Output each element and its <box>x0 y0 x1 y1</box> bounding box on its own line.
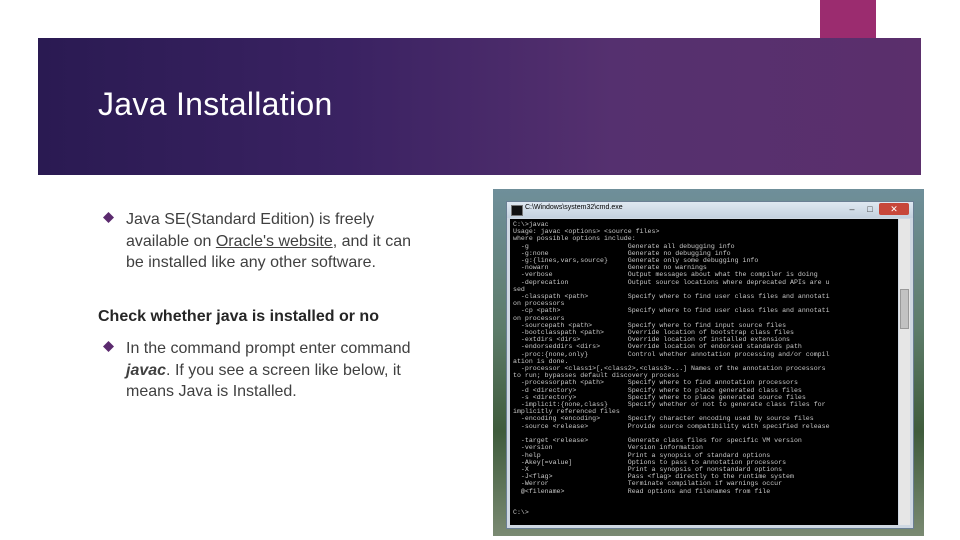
slide-title: Java Installation <box>98 86 333 122</box>
console-text: C:\>javac Usage: javac <options> <source… <box>513 221 830 517</box>
console-scrollbar[interactable] <box>899 219 910 525</box>
bullet-text: In the command prompt enter command <box>126 340 411 357</box>
check-heading: Check whether java is installed or no <box>98 308 379 325</box>
diamond-bullet-icon <box>103 212 114 223</box>
minimize-button[interactable]: – <box>843 203 861 215</box>
oracle-website-link[interactable]: Oracle's website <box>216 233 333 250</box>
close-button[interactable]: ✕ <box>879 203 909 215</box>
javac-command: javac <box>126 361 167 379</box>
cmd-icon <box>511 205 523 216</box>
cmd-screenshot: C:\Windows\system32\cmd.exe – □ ✕ C:\>ja… <box>493 189 924 536</box>
diamond-bullet-icon <box>103 341 114 352</box>
cmd-window-title: C:\Windows\system32\cmd.exe <box>525 204 623 211</box>
bullet-java-se: Java SE(Standard Edition) is freely avai… <box>126 209 426 274</box>
maximize-button[interactable]: □ <box>861 203 879 215</box>
console-output[interactable]: C:\>javac Usage: javac <options> <source… <box>510 219 898 525</box>
cmd-titlebar: C:\Windows\system32\cmd.exe – □ ✕ <box>507 202 913 218</box>
scrollbar-thumb[interactable] <box>900 289 909 329</box>
cmd-window: C:\Windows\system32\cmd.exe – □ ✕ C:\>ja… <box>506 201 914 529</box>
bullet-command-prompt: In the command prompt enter command java… <box>126 338 431 403</box>
bullet-text: . If you see a screen like below, it mea… <box>126 361 401 401</box>
